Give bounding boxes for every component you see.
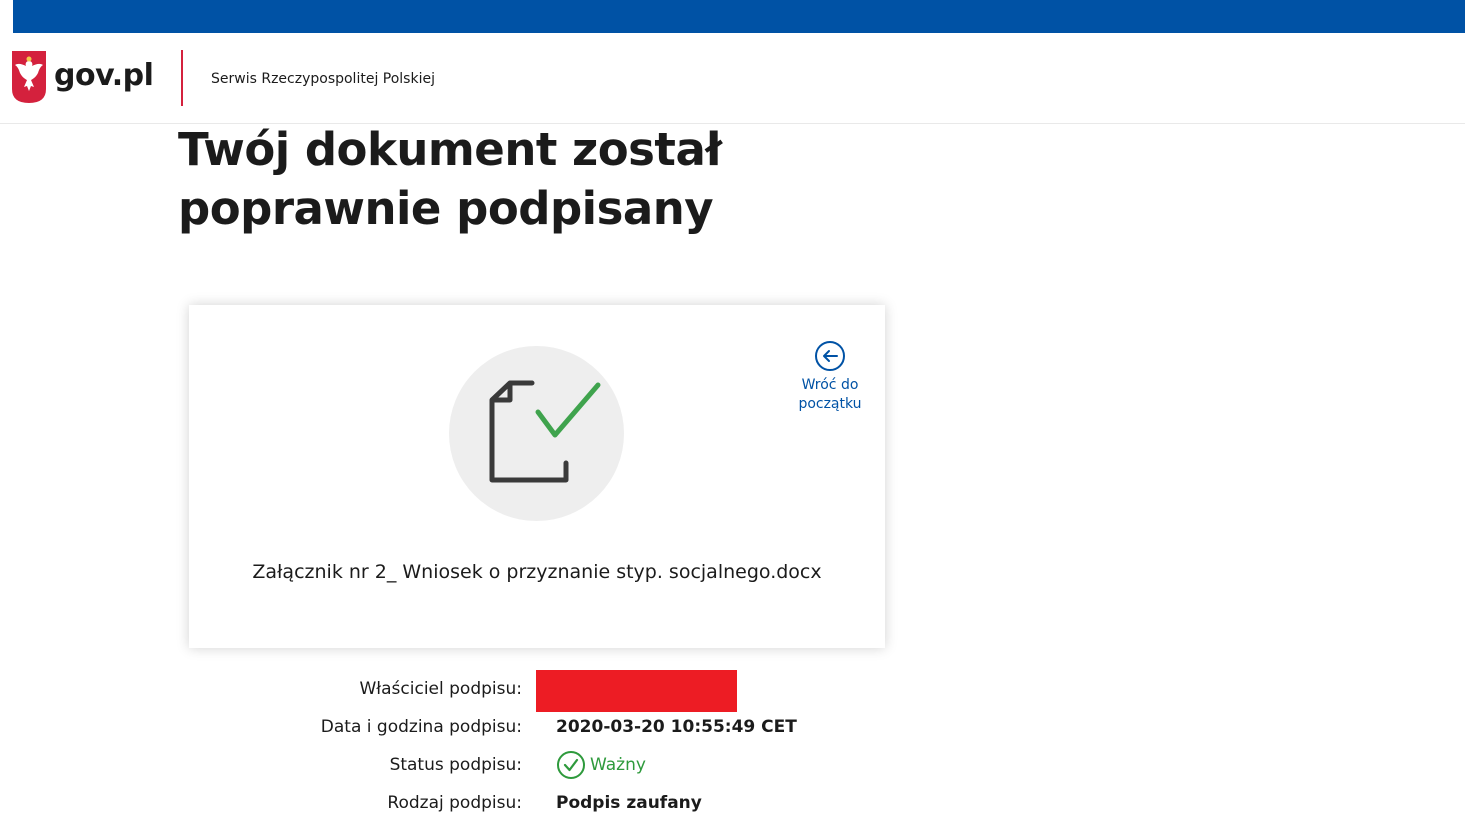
polish-eagle-emblem-icon xyxy=(12,51,46,103)
signature-owner-redacted-value xyxy=(536,670,737,712)
signature-status-row: Status podpisu: Ważny xyxy=(200,746,900,784)
signature-datetime-row: Data i godzina podpisu: 2020-03-20 10:55… xyxy=(200,708,900,746)
check-circle-icon xyxy=(557,751,585,779)
signature-status-label: Status podpisu: xyxy=(389,755,522,775)
back-to-start-link[interactable]: Wróć do początku xyxy=(790,340,870,414)
arrow-left-circle-icon xyxy=(815,341,845,371)
back-to-start-label: Wróć do początku xyxy=(798,377,862,412)
signature-datetime-label: Data i godzina podpisu: xyxy=(320,717,522,737)
header-divider xyxy=(181,50,183,106)
signature-status-text: Ważny xyxy=(590,755,646,775)
signature-type-label: Rodzaj podpisu: xyxy=(387,793,522,813)
signature-type-row: Rodzaj podpisu: Podpis zaufany xyxy=(200,784,900,822)
signature-datetime-value: 2020-03-20 10:55:49 CET xyxy=(556,717,797,737)
document-check-icon xyxy=(489,380,601,483)
signature-type-value: Podpis zaufany xyxy=(556,793,702,813)
gov-pl-logo[interactable]: gov.pl xyxy=(54,58,154,94)
page-title: Twój dokument został poprawnie podpisany xyxy=(178,123,722,235)
signature-details: Właściciel podpisu: Data i godzina podpi… xyxy=(200,670,900,822)
signature-status-value: Ważny xyxy=(556,746,646,784)
signature-owner-label: Właściciel podpisu: xyxy=(359,679,523,699)
top-color-bar xyxy=(13,0,1465,33)
signature-owner-row: Właściciel podpisu: xyxy=(200,670,900,712)
service-name: Serwis Rzeczypospolitej Polskiej xyxy=(211,71,435,87)
signed-file-name: Załącznik nr 2_ Wniosek o przyznanie sty… xyxy=(252,561,822,583)
